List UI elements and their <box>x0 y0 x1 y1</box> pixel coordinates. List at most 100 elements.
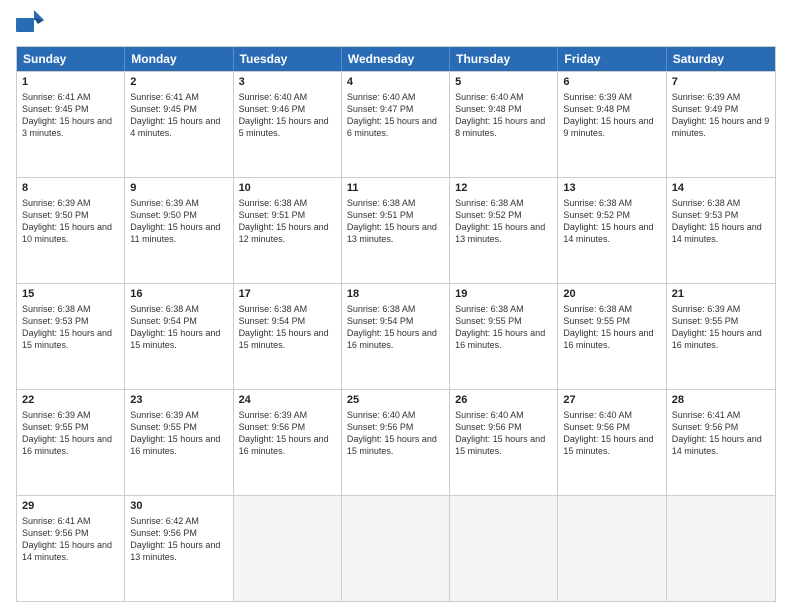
day-number: 21 <box>672 287 770 302</box>
calendar-day-cell: 22Sunrise: 6:39 AM Sunset: 9:55 PM Dayli… <box>17 390 125 495</box>
calendar-body: 1Sunrise: 6:41 AM Sunset: 9:45 PM Daylig… <box>17 71 775 601</box>
day-details: Sunrise: 6:39 AM Sunset: 9:49 PM Dayligh… <box>672 91 770 140</box>
day-number: 2 <box>130 75 227 90</box>
calendar: SundayMondayTuesdayWednesdayThursdayFrid… <box>16 46 776 602</box>
calendar-header-cell: Wednesday <box>342 47 450 71</box>
day-number: 11 <box>347 181 444 196</box>
day-details: Sunrise: 6:38 AM Sunset: 9:52 PM Dayligh… <box>563 197 660 246</box>
day-details: Sunrise: 6:38 AM Sunset: 9:52 PM Dayligh… <box>455 197 552 246</box>
page: SundayMondayTuesdayWednesdayThursdayFrid… <box>0 0 792 612</box>
calendar-day-cell: 17Sunrise: 6:38 AM Sunset: 9:54 PM Dayli… <box>234 284 342 389</box>
day-number: 6 <box>563 75 660 90</box>
calendar-day-cell: 29Sunrise: 6:41 AM Sunset: 9:56 PM Dayli… <box>17 496 125 601</box>
day-details: Sunrise: 6:41 AM Sunset: 9:56 PM Dayligh… <box>22 515 119 564</box>
calendar-day-cell: 16Sunrise: 6:38 AM Sunset: 9:54 PM Dayli… <box>125 284 233 389</box>
day-number: 1 <box>22 75 119 90</box>
calendar-day-cell: 9Sunrise: 6:39 AM Sunset: 9:50 PM Daylig… <box>125 178 233 283</box>
day-details: Sunrise: 6:40 AM Sunset: 9:46 PM Dayligh… <box>239 91 336 140</box>
day-details: Sunrise: 6:39 AM Sunset: 9:55 PM Dayligh… <box>22 409 119 458</box>
calendar-day-cell: 18Sunrise: 6:38 AM Sunset: 9:54 PM Dayli… <box>342 284 450 389</box>
calendar-header-cell: Sunday <box>17 47 125 71</box>
day-number: 9 <box>130 181 227 196</box>
day-number: 29 <box>22 499 119 514</box>
day-details: Sunrise: 6:39 AM Sunset: 9:50 PM Dayligh… <box>130 197 227 246</box>
calendar-week-row: 15Sunrise: 6:38 AM Sunset: 9:53 PM Dayli… <box>17 283 775 389</box>
day-details: Sunrise: 6:38 AM Sunset: 9:51 PM Dayligh… <box>347 197 444 246</box>
calendar-day-cell <box>450 496 558 601</box>
calendar-day-cell: 8Sunrise: 6:39 AM Sunset: 9:50 PM Daylig… <box>17 178 125 283</box>
calendar-day-cell: 14Sunrise: 6:38 AM Sunset: 9:53 PM Dayli… <box>667 178 775 283</box>
day-details: Sunrise: 6:39 AM Sunset: 9:48 PM Dayligh… <box>563 91 660 140</box>
day-number: 8 <box>22 181 119 196</box>
day-details: Sunrise: 6:38 AM Sunset: 9:54 PM Dayligh… <box>239 303 336 352</box>
day-number: 25 <box>347 393 444 408</box>
day-number: 7 <box>672 75 770 90</box>
calendar-day-cell: 30Sunrise: 6:42 AM Sunset: 9:56 PM Dayli… <box>125 496 233 601</box>
calendar-day-cell: 3Sunrise: 6:40 AM Sunset: 9:46 PM Daylig… <box>234 72 342 177</box>
day-details: Sunrise: 6:38 AM Sunset: 9:55 PM Dayligh… <box>455 303 552 352</box>
calendar-day-cell: 4Sunrise: 6:40 AM Sunset: 9:47 PM Daylig… <box>342 72 450 177</box>
day-details: Sunrise: 6:38 AM Sunset: 9:55 PM Dayligh… <box>563 303 660 352</box>
day-number: 15 <box>22 287 119 302</box>
calendar-header-cell: Saturday <box>667 47 775 71</box>
calendar-day-cell: 28Sunrise: 6:41 AM Sunset: 9:56 PM Dayli… <box>667 390 775 495</box>
calendar-day-cell: 15Sunrise: 6:38 AM Sunset: 9:53 PM Dayli… <box>17 284 125 389</box>
day-details: Sunrise: 6:40 AM Sunset: 9:56 PM Dayligh… <box>347 409 444 458</box>
day-number: 18 <box>347 287 444 302</box>
calendar-day-cell: 24Sunrise: 6:39 AM Sunset: 9:56 PM Dayli… <box>234 390 342 495</box>
calendar-day-cell: 5Sunrise: 6:40 AM Sunset: 9:48 PM Daylig… <box>450 72 558 177</box>
day-details: Sunrise: 6:39 AM Sunset: 9:55 PM Dayligh… <box>130 409 227 458</box>
day-number: 3 <box>239 75 336 90</box>
day-details: Sunrise: 6:42 AM Sunset: 9:56 PM Dayligh… <box>130 515 227 564</box>
day-details: Sunrise: 6:40 AM Sunset: 9:48 PM Dayligh… <box>455 91 552 140</box>
calendar-day-cell: 12Sunrise: 6:38 AM Sunset: 9:52 PM Dayli… <box>450 178 558 283</box>
day-number: 16 <box>130 287 227 302</box>
calendar-day-cell: 20Sunrise: 6:38 AM Sunset: 9:55 PM Dayli… <box>558 284 666 389</box>
day-number: 19 <box>455 287 552 302</box>
calendar-header-cell: Thursday <box>450 47 558 71</box>
day-number: 20 <box>563 287 660 302</box>
day-number: 30 <box>130 499 227 514</box>
day-details: Sunrise: 6:40 AM Sunset: 9:47 PM Dayligh… <box>347 91 444 140</box>
day-details: Sunrise: 6:38 AM Sunset: 9:53 PM Dayligh… <box>672 197 770 246</box>
calendar-day-cell: 27Sunrise: 6:40 AM Sunset: 9:56 PM Dayli… <box>558 390 666 495</box>
day-number: 22 <box>22 393 119 408</box>
day-number: 17 <box>239 287 336 302</box>
calendar-day-cell: 21Sunrise: 6:39 AM Sunset: 9:55 PM Dayli… <box>667 284 775 389</box>
calendar-day-cell <box>667 496 775 601</box>
calendar-day-cell: 11Sunrise: 6:38 AM Sunset: 9:51 PM Dayli… <box>342 178 450 283</box>
calendar-week-row: 22Sunrise: 6:39 AM Sunset: 9:55 PM Dayli… <box>17 389 775 495</box>
day-number: 23 <box>130 393 227 408</box>
calendar-header-cell: Monday <box>125 47 233 71</box>
calendar-day-cell: 2Sunrise: 6:41 AM Sunset: 9:45 PM Daylig… <box>125 72 233 177</box>
day-details: Sunrise: 6:38 AM Sunset: 9:54 PM Dayligh… <box>347 303 444 352</box>
calendar-day-cell <box>234 496 342 601</box>
header <box>16 10 776 40</box>
day-details: Sunrise: 6:40 AM Sunset: 9:56 PM Dayligh… <box>455 409 552 458</box>
day-details: Sunrise: 6:38 AM Sunset: 9:54 PM Dayligh… <box>130 303 227 352</box>
calendar-day-cell: 25Sunrise: 6:40 AM Sunset: 9:56 PM Dayli… <box>342 390 450 495</box>
day-details: Sunrise: 6:41 AM Sunset: 9:45 PM Dayligh… <box>130 91 227 140</box>
calendar-day-cell: 7Sunrise: 6:39 AM Sunset: 9:49 PM Daylig… <box>667 72 775 177</box>
calendar-day-cell: 6Sunrise: 6:39 AM Sunset: 9:48 PM Daylig… <box>558 72 666 177</box>
day-details: Sunrise: 6:38 AM Sunset: 9:51 PM Dayligh… <box>239 197 336 246</box>
calendar-day-cell: 13Sunrise: 6:38 AM Sunset: 9:52 PM Dayli… <box>558 178 666 283</box>
day-details: Sunrise: 6:38 AM Sunset: 9:53 PM Dayligh… <box>22 303 119 352</box>
calendar-day-cell: 26Sunrise: 6:40 AM Sunset: 9:56 PM Dayli… <box>450 390 558 495</box>
calendar-day-cell: 1Sunrise: 6:41 AM Sunset: 9:45 PM Daylig… <box>17 72 125 177</box>
day-number: 5 <box>455 75 552 90</box>
day-details: Sunrise: 6:41 AM Sunset: 9:45 PM Dayligh… <box>22 91 119 140</box>
calendar-header-cell: Friday <box>558 47 666 71</box>
logo <box>16 10 48 40</box>
calendar-header-row: SundayMondayTuesdayWednesdayThursdayFrid… <box>17 47 775 71</box>
day-number: 27 <box>563 393 660 408</box>
calendar-day-cell <box>342 496 450 601</box>
day-details: Sunrise: 6:39 AM Sunset: 9:50 PM Dayligh… <box>22 197 119 246</box>
day-number: 12 <box>455 181 552 196</box>
logo-icon <box>16 10 44 40</box>
calendar-day-cell: 19Sunrise: 6:38 AM Sunset: 9:55 PM Dayli… <box>450 284 558 389</box>
day-number: 24 <box>239 393 336 408</box>
calendar-week-row: 8Sunrise: 6:39 AM Sunset: 9:50 PM Daylig… <box>17 177 775 283</box>
day-number: 4 <box>347 75 444 90</box>
calendar-header-cell: Tuesday <box>234 47 342 71</box>
